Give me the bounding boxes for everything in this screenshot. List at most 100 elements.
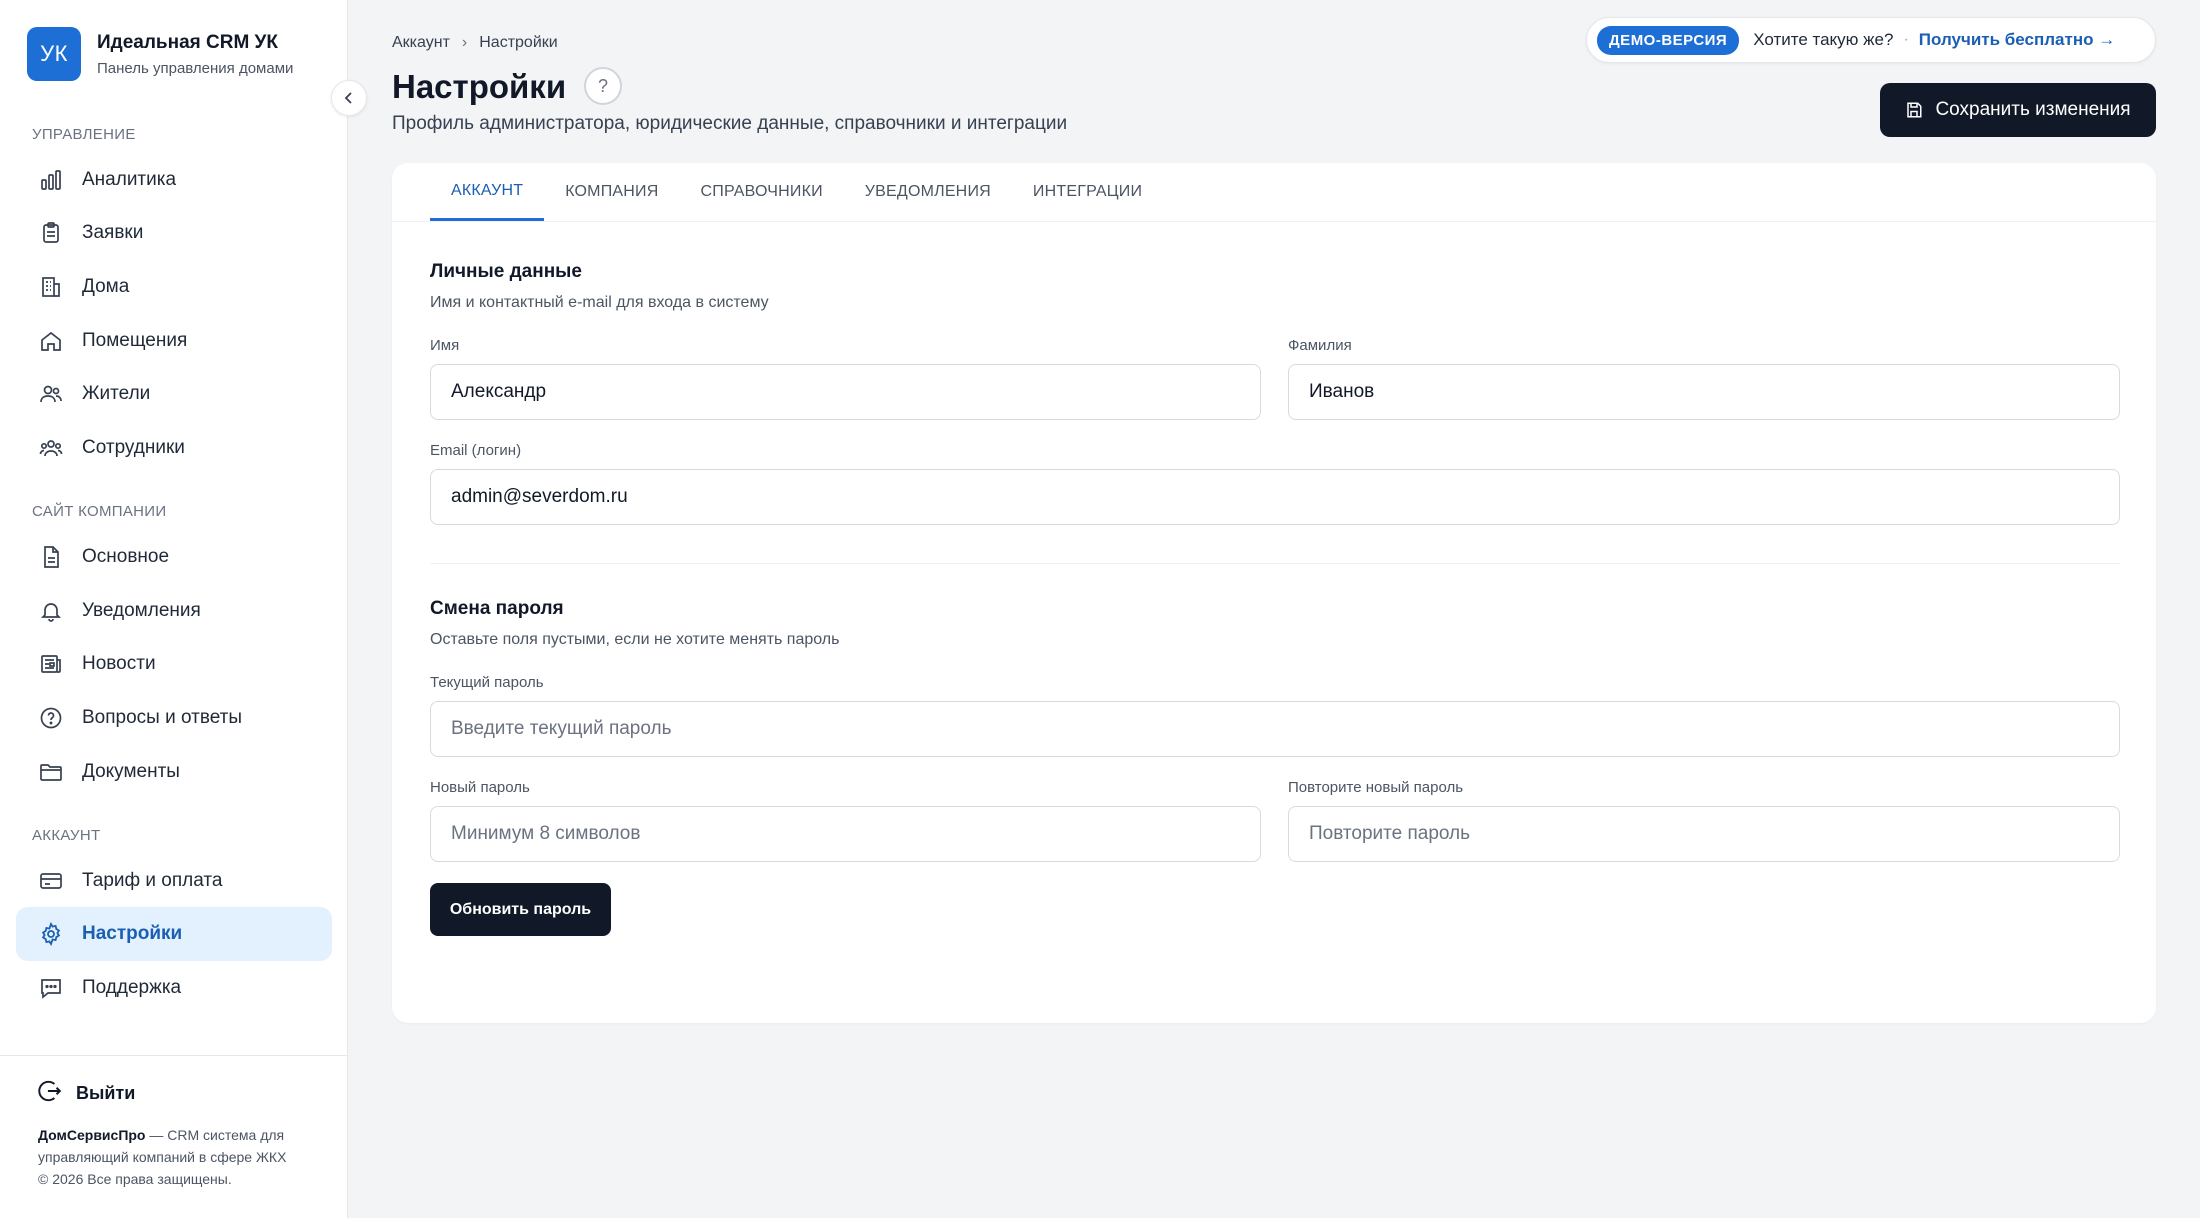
sidebar-item-label: Сотрудники — [82, 437, 185, 458]
sidebar-item-analytics[interactable]: Аналитика — [16, 153, 332, 207]
last-name-label: Фамилия — [1288, 337, 1352, 354]
breadcrumb: Аккаунт › Настройки — [392, 34, 558, 52]
sidebar-item-label: Основное — [82, 546, 170, 567]
footer-brand: ДомСервисПро — [38, 1127, 146, 1143]
chat-icon — [38, 975, 64, 1001]
sidebar-item-label: Поддержка — [82, 977, 182, 998]
document-icon — [38, 544, 64, 570]
tabs: Аккаунт Компания Справочники Уведомления… — [430, 163, 1163, 221]
sidebar-item-settings[interactable]: Настройки — [16, 907, 332, 961]
update-password-button[interactable]: Обновить пароль — [430, 883, 611, 936]
new-password-label: Новый пароль — [430, 779, 530, 796]
breadcrumb-item[interactable]: Аккаунт — [392, 34, 450, 52]
demo-separator: · — [1903, 31, 1909, 48]
footer-copyright: © 2026 Все права защищены. — [38, 1171, 232, 1187]
sidebar-item-label: Помещения — [82, 330, 188, 351]
tab-integrations[interactable]: Интеграции — [1012, 163, 1163, 221]
tab-company[interactable]: Компания — [544, 163, 679, 221]
sidebar-item-main[interactable]: Основное — [16, 530, 332, 584]
nav-section-account: Аккаунт — [32, 827, 101, 844]
collapse-sidebar-button[interactable] — [331, 80, 367, 116]
nav-section-site: Сайт компании — [32, 503, 167, 520]
home-icon — [38, 328, 64, 354]
tab-notifications[interactable]: Уведомления — [844, 163, 1012, 221]
sidebar-item-notifications[interactable]: Уведомления — [16, 584, 332, 638]
sidebar-item-support[interactable]: Поддержка — [16, 961, 332, 1015]
breadcrumb-item-current: Настройки — [479, 34, 558, 51]
users-icon — [38, 381, 64, 407]
sidebar-item-label: Новости — [82, 653, 156, 674]
settings-card: Аккаунт Компания Справочники Уведомления… — [392, 163, 2156, 1023]
credit-card-icon — [38, 868, 64, 894]
nav-section-management: Управление — [32, 126, 136, 143]
current-password-label: Текущий пароль — [430, 674, 544, 691]
gear-icon — [38, 921, 64, 947]
repeat-password-label: Повторите новый пароль — [1288, 779, 1464, 796]
repeat-password-field[interactable] — [1288, 806, 2120, 862]
sidebar-item-news[interactable]: Новости — [16, 637, 332, 691]
logout-icon — [36, 1078, 62, 1109]
sidebar-item-documents[interactable]: Документы — [16, 745, 332, 799]
sidebar-item-billing[interactable]: Тариф и оплата — [16, 854, 332, 908]
first-name-field[interactable] — [430, 364, 1261, 420]
sidebar-item-label: Дома — [82, 276, 130, 297]
sidebar-divider — [0, 1055, 348, 1056]
question-circle-icon — [38, 705, 64, 731]
email-label: Email (логин) — [430, 442, 522, 459]
sidebar-item-label: Жители — [82, 383, 151, 404]
bell-icon — [38, 598, 64, 624]
email-field[interactable] — [430, 469, 2120, 525]
brand-logo: УК — [27, 27, 81, 81]
personal-section-desc: Имя и контактный e-mail для входа в сист… — [430, 294, 769, 311]
tab-account[interactable]: Аккаунт — [430, 163, 545, 221]
save-button[interactable]: Сохранить изменения — [1880, 83, 2156, 137]
last-name-field[interactable] — [1288, 364, 2120, 420]
building-icon — [38, 274, 64, 300]
password-section-title: Смена пароля — [430, 598, 564, 619]
demo-question: Хотите такую же? — [1753, 30, 1894, 49]
sidebar-item-label: Вопросы и ответы — [82, 707, 243, 728]
breadcrumb-separator: › — [461, 34, 468, 51]
first-name-label: Имя — [430, 337, 460, 354]
brand-subtitle: Панель управления домами — [97, 59, 294, 77]
sidebar-item-residents[interactable]: Жители — [16, 367, 332, 421]
brand[interactable]: УК Идеальная CRM УК Панель управления до… — [27, 27, 293, 81]
save-icon — [1905, 101, 1923, 119]
logout-label: Выйти — [76, 1083, 136, 1103]
sidebar-item-faq[interactable]: Вопросы и ответы — [16, 691, 332, 745]
tab-directories[interactable]: Справочники — [679, 163, 843, 221]
sidebar-item-staff[interactable]: Сотрудники — [16, 421, 332, 475]
sidebar-item-houses[interactable]: Дома — [16, 260, 332, 314]
demo-banner: ДЕМО-ВЕРСИЯ Хотите такую же? · Получить … — [1586, 17, 2156, 63]
chevron-left-icon — [342, 91, 356, 105]
sidebar-item-label: Аналитика — [82, 169, 177, 190]
brand-title: Идеальная CRM УК — [97, 31, 278, 53]
sidebar-item-label: Настройки — [82, 923, 183, 944]
sidebar-item-label: Уведомления — [82, 600, 201, 621]
password-section-desc: Оставьте поля пустыми, если не хотите ме… — [430, 631, 840, 648]
sidebar-item-label: Заявки — [82, 222, 144, 243]
tabs-divider — [392, 221, 2156, 222]
clipboard-icon — [38, 220, 64, 246]
sidebar-item-premises[interactable]: Помещения — [16, 314, 332, 368]
get-free-link[interactable]: Получить бесплатно → — [1919, 30, 2115, 50]
page-subtitle: Профиль администратора, юридические данн… — [392, 113, 1068, 134]
newspaper-icon — [38, 651, 64, 677]
current-password-field[interactable] — [430, 701, 2120, 757]
footer-note: ДомСервисПро — CRM система для управляющ… — [38, 1124, 318, 1190]
bar-chart-icon — [38, 167, 64, 193]
folder-icon — [38, 759, 64, 785]
section-divider — [430, 563, 2120, 564]
sidebar: УК Идеальная CRM УК Панель управления до… — [0, 0, 348, 1218]
demo-badge: ДЕМО-ВЕРСИЯ — [1597, 25, 1740, 55]
team-icon — [38, 435, 64, 461]
save-button-label: Сохранить изменения — [1935, 99, 2131, 120]
personal-section-title: Личные данные — [430, 261, 582, 282]
sidebar-item-label: Тариф и оплата — [82, 870, 223, 891]
page-title: Настройки — [392, 68, 567, 105]
new-password-field[interactable] — [430, 806, 1261, 862]
help-button[interactable]: ? — [584, 67, 622, 105]
sidebar-item-label: Документы — [82, 761, 180, 782]
sidebar-item-requests[interactable]: Заявки — [16, 206, 332, 260]
logout-button[interactable]: Выйти — [36, 1078, 135, 1109]
